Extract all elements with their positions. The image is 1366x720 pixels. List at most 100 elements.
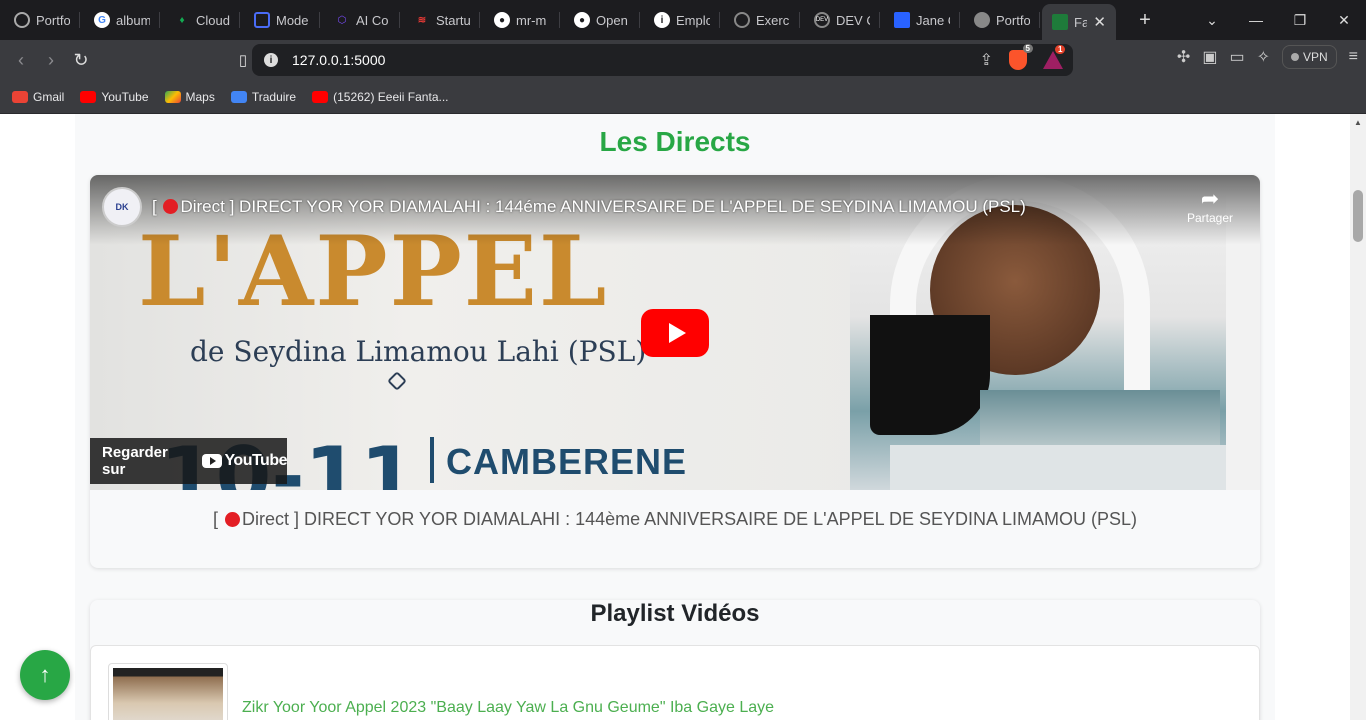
extensions-icon[interactable]: ✣ (1177, 47, 1190, 67)
channel-avatar[interactable]: DK (102, 187, 142, 227)
thumbnail-place: CAMBERENE (446, 441, 688, 482)
back-to-top-button[interactable]: ↑ (20, 650, 70, 700)
toolbar-right: ✣ ▣ ▭ ✧ VPN ≡ (1177, 45, 1358, 69)
bookmark-youtube-video[interactable]: (15262) Eeeii Fanta... (312, 89, 449, 104)
shields-badge: 5 (1022, 44, 1033, 53)
play-button[interactable] (641, 309, 709, 357)
tab-label: mr-m (516, 12, 547, 28)
share-icon[interactable]: ⇪ (980, 50, 993, 70)
bookmark-label: Gmail (33, 89, 65, 104)
sidebar-icon[interactable]: ▣ (1202, 47, 1217, 67)
browser-tab[interactable]: ≋ Startu (400, 0, 480, 40)
video-caption: [ Direct ] DIRECT YOR YOR DIAMALAHI : 14… (90, 509, 1260, 530)
reload-icon[interactable]: ↻ (66, 50, 96, 71)
new-tab-button[interactable]: + (1130, 9, 1160, 32)
thumbnail-veil (870, 315, 990, 435)
brave-rewards-icon[interactable]: 1 (1043, 45, 1066, 69)
dev-icon: DEV (814, 12, 830, 28)
minimize-button[interactable]: — (1234, 12, 1278, 28)
youtube-embed[interactable]: L'APPEL de Seydina Limamou Lahi (PSL) 10… (90, 175, 1260, 490)
startup-icon: ≋ (417, 14, 427, 26)
share-arrow-icon: ➦ (1200, 186, 1220, 211)
mongodb-icon: ♦ (179, 14, 185, 26)
brave-shields-icon[interactable]: 5 (1009, 44, 1033, 70)
tab-label: Portfo (36, 12, 70, 28)
ai-code-icon: ⬡ (337, 14, 347, 26)
vpn-button[interactable]: VPN (1281, 45, 1337, 69)
tab-label: Emplo (676, 12, 710, 28)
list-item[interactable]: Zikr Yoor Yoor Appel 2023 "Baay Laay Yaw… (108, 663, 774, 720)
caption-prefix: [ (212, 509, 218, 529)
thumbnail-crowd (890, 445, 1226, 490)
browser-tab[interactable]: Exerci (720, 0, 800, 40)
url-text[interactable]: 127.0.0.1:5000 (292, 52, 385, 68)
browser-tab[interactable]: Galbum (80, 0, 160, 40)
title-text: DIRECT YOR YOR DIAMALAHI : 144éme ANNIVE… (239, 197, 1026, 216)
forward-icon[interactable]: › (36, 50, 66, 71)
browser-tab-active[interactable]: Fa ✕ (1042, 4, 1116, 40)
gmail-icon (12, 90, 28, 103)
page-title: Les Directs (599, 126, 751, 157)
vpn-label: VPN (1302, 50, 1328, 64)
rewards-badge: 1 (1055, 45, 1066, 54)
playlist-thumbnail[interactable] (108, 663, 228, 720)
title-prefix: [ (152, 197, 157, 216)
bookmark-label: (15262) Eeeii Fanta... (333, 89, 449, 104)
bookmark-gmail[interactable]: Gmail (12, 90, 64, 104)
browser-tab[interactable]: ⬡ AI Co (320, 0, 400, 40)
bookmark-maps[interactable]: Maps (164, 89, 215, 104)
browser-tab[interactable]: Mode (240, 0, 320, 40)
browser-tab[interactable]: ● mr-m (480, 0, 560, 40)
browser-tab[interactable]: i Emplo (640, 0, 720, 40)
youtube-logo: YouTube (202, 452, 287, 470)
browser-tab[interactable]: Portfo (0, 0, 80, 40)
browser-tab[interactable]: Portfo (960, 0, 1040, 40)
restore-button[interactable]: ❐ (1278, 12, 1322, 29)
thumbnail-image (113, 668, 223, 720)
playlist-list: Zikr Yoor Yoor Appel 2023 "Baay Laay Yaw… (90, 645, 1260, 720)
close-tab-icon[interactable]: ✕ (1093, 13, 1106, 31)
portfolio-icon (14, 12, 30, 28)
browser-tab[interactable]: ♦ Cloud (160, 0, 240, 40)
maps-icon (164, 90, 181, 103)
video-title[interactable]: [ Direct ] DIRECT YOR YOR DIAMALAHI : 14… (152, 197, 1026, 217)
browser-tab[interactable]: ● Open (560, 0, 640, 40)
watch-on-youtube-button[interactable]: Regarder sur YouTube (90, 438, 287, 484)
menu-icon[interactable]: ≡ (1349, 48, 1358, 66)
back-icon[interactable]: ‹ (6, 50, 36, 71)
address-bar-actions: ⇪ 5 1 (980, 44, 1066, 70)
title-live: Direct ] (180, 197, 235, 216)
browser-tab[interactable]: Jane C (880, 0, 960, 40)
wallet-icon[interactable]: ▭ (1229, 47, 1244, 67)
close-window-button[interactable]: ✕ (1322, 12, 1366, 29)
address-bar[interactable]: i 127.0.0.1:5000 ⇪ 5 1 (252, 44, 1073, 76)
site-info-icon[interactable]: i (264, 53, 278, 67)
scroll-up-icon[interactable]: ▲ (1354, 118, 1362, 127)
youtube-icon (80, 90, 97, 103)
playlist-item-title[interactable]: Zikr Yoor Yoor Appel 2023 "Baay Laay Yaw… (242, 699, 774, 717)
share-button[interactable]: ➦ Partager (1180, 186, 1240, 226)
bookmark-youtube[interactable]: YouTube (80, 90, 149, 104)
scrollbar-thumb[interactable] (1353, 190, 1363, 242)
web-page: Les Directs L'APPEL de Seydina Limamou L… (0, 114, 1366, 720)
youtube-icon (202, 454, 223, 468)
browser-toolbar: ‹ › ↻ ▯ i 127.0.0.1:5000 ⇪ 5 1 ✣ ▣ ▭ ✧ V… (0, 40, 1366, 80)
bookmark-translate[interactable]: Traduire (230, 90, 296, 104)
exercise-icon (734, 12, 750, 28)
leo-ai-icon[interactable]: ✧ (1257, 47, 1270, 67)
tab-label: AI Co (356, 12, 389, 28)
playlist-section: Playlist Vidéos Zikr Yoor Yoor Appel 202… (90, 600, 1260, 720)
model-icon (254, 12, 270, 28)
github-icon: ● (574, 12, 590, 28)
tab-label: Exerci (756, 12, 790, 28)
play-icon (668, 323, 686, 343)
live-card: L'APPEL de Seydina Limamou Lahi (PSL) 10… (90, 175, 1260, 568)
tab-label: Jane C (916, 12, 950, 28)
globe-icon (974, 12, 990, 28)
bookmark-label: Maps (185, 89, 215, 104)
tab-search-icon[interactable]: ⌄ (1190, 12, 1234, 29)
youtube-icon (312, 90, 329, 103)
page-scrollbar[interactable]: ▲ (1350, 114, 1366, 720)
tab-label: Fa (1074, 14, 1088, 30)
browser-tab[interactable]: DEV DEV C (800, 0, 880, 40)
